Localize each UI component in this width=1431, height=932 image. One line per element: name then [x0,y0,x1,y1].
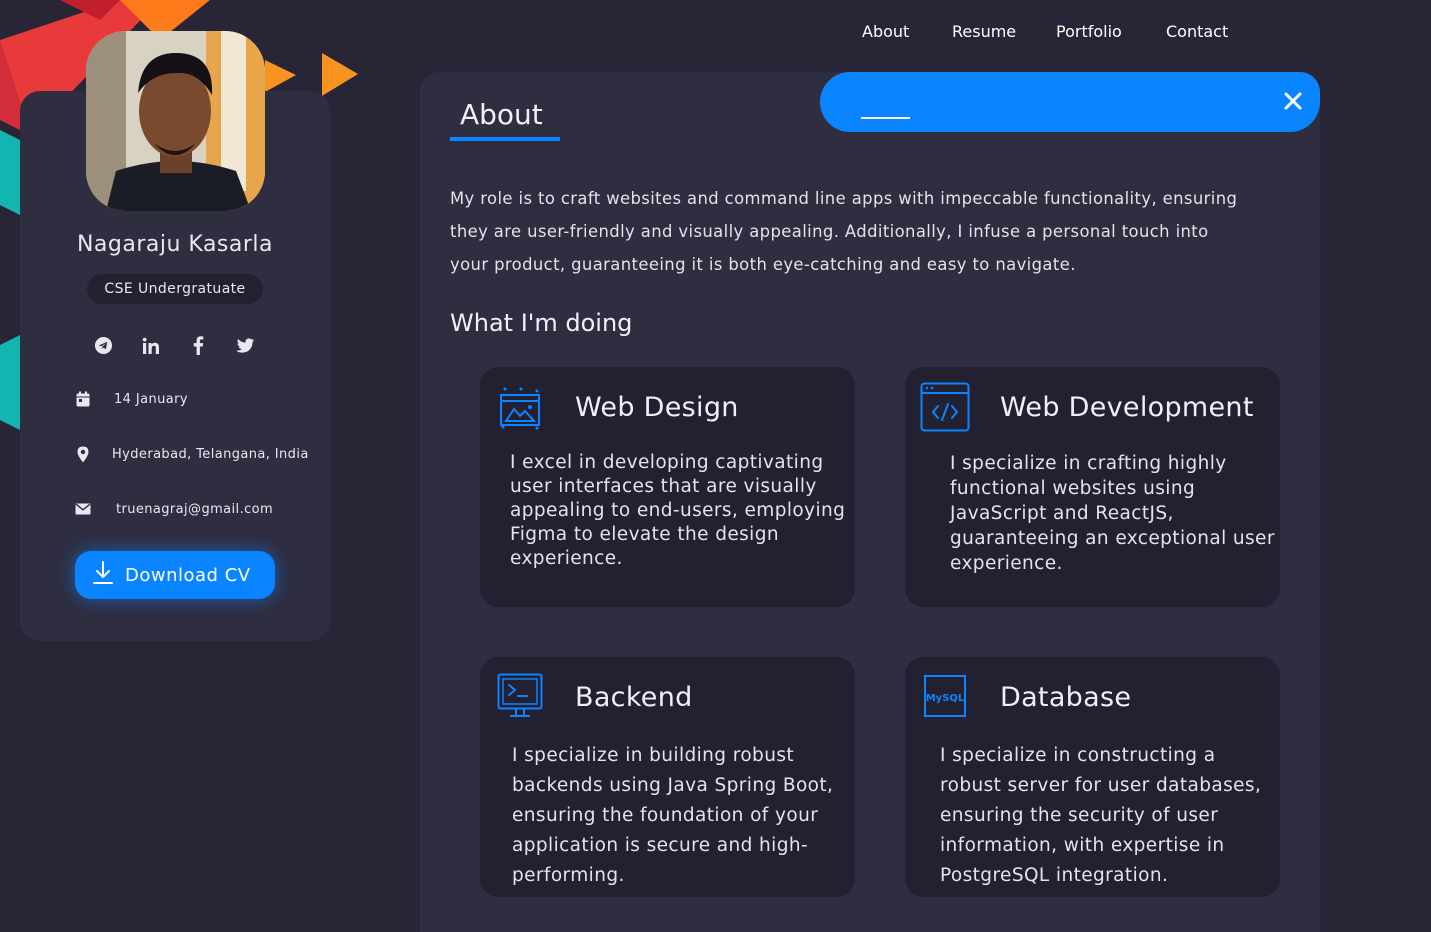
section-title: What I'm doing [450,309,633,337]
email-row: truenagraj@gmail.com [74,500,273,518]
service-text: I specialize in crafting highly function… [950,453,1275,574]
nav-resume[interactable]: Resume [952,22,1016,41]
role-badge: CSE Undergratuate [87,274,263,304]
calendar-icon [74,390,92,408]
twitter-icon[interactable] [233,334,256,357]
page-title: About [460,98,543,131]
code-icon [920,382,970,432]
birthday-text: 14 January [114,391,188,407]
avatar-photo [86,31,265,211]
service-title: Web Development [1000,392,1254,423]
svg-text:MySQL: MySQL [926,693,965,704]
service-title: Backend [575,682,693,713]
about-text: My role is to craft websites and command… [450,189,1238,274]
service-text: I specialize in constructing a robust se… [940,745,1262,886]
design-icon [497,385,545,433]
close-icon[interactable] [1281,89,1305,113]
linkedin-icon[interactable] [139,334,162,357]
nav-portfolio[interactable]: Portfolio [1056,22,1122,41]
download-icon [93,560,113,590]
download-cv-label: Download CV [125,564,251,586]
avatar [86,31,265,211]
service-text: I excel in developing captivating user i… [510,452,846,569]
service-title: Database [1000,682,1132,713]
profile-name: Nagaraju Kasarla [76,232,274,257]
terminal-icon [497,673,545,721]
mail-icon [74,500,92,518]
nav-contact[interactable]: Contact [1166,22,1228,41]
page: Nagaraju Kasarla CSE Undergratuate 14 Ja… [0,0,1431,932]
telegram-icon[interactable] [92,334,115,357]
download-cv-button[interactable]: Download CV [75,551,275,599]
facebook-icon[interactable] [186,334,209,357]
mysql-icon: MySQL [924,675,972,723]
service-title: Web Design [575,392,739,423]
location-pin-icon [74,445,92,463]
email-text[interactable]: truenagraj@gmail.com [116,502,273,517]
title-underline [450,137,560,141]
nav-active-indicator [861,117,910,119]
nav-about[interactable]: About [862,22,909,41]
location-row: Hyderabad, Telangana, India [74,445,309,463]
location-text: Hyderabad, Telangana, India [112,446,309,462]
navbar [820,72,1320,132]
service-text: I specialize in building robust backends… [512,745,834,886]
birthday-row: 14 January [74,390,188,408]
social-links [92,334,256,357]
